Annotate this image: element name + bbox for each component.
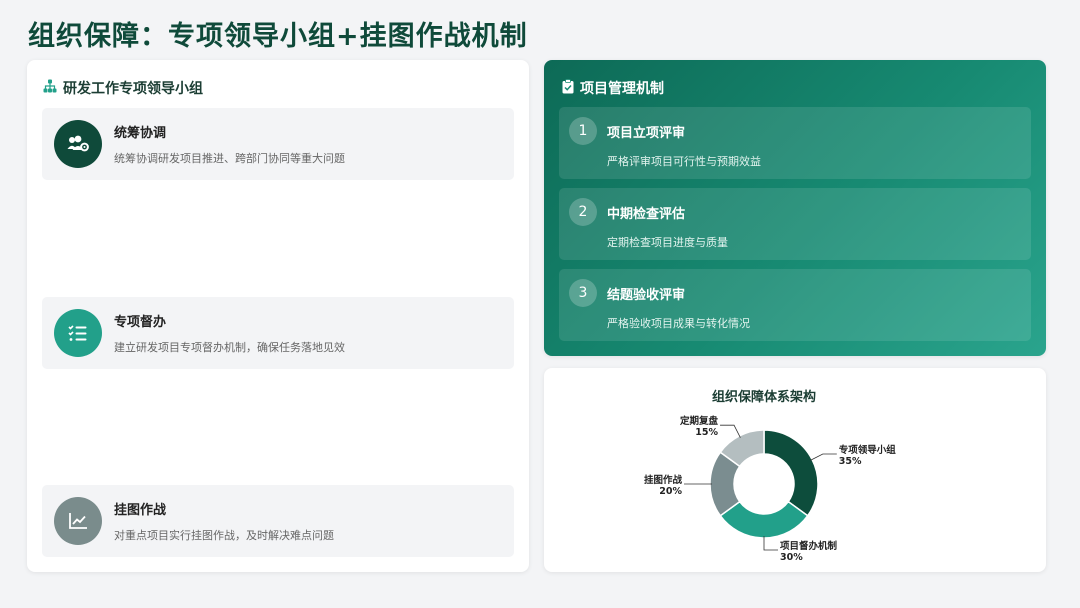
item-description: 建立研发项目专项督办机制，确保任务落地见效 [114, 341, 345, 354]
mechanism-item: 2 中期检查评估 定期检查项目进度与质量 [559, 188, 1031, 260]
item-description: 统筹协调研发项目推进、跨部门协同等重大问题 [114, 152, 345, 165]
mechanism-title: 结题验收评审 [607, 288, 686, 303]
item-title: 统筹协调 [114, 126, 167, 141]
step-number: 1 [569, 117, 597, 145]
mechanism-description: 定期检查项目进度与质量 [607, 236, 728, 249]
slice-label: 项目督办机制 [780, 540, 838, 552]
slice-label: 专项领导小组 [839, 444, 897, 456]
step-number: 3 [569, 279, 597, 307]
leadership-group-title: 研发工作专项领导小组 [63, 81, 203, 97]
mechanism-title: 项目立项评审 [607, 126, 686, 141]
project-mechanism-header: 项目管理机制 [562, 78, 664, 98]
slice-label: 定期复盘 [679, 415, 719, 427]
responsibility-item: 挂图作战 对重点项目实行挂图作战，及时解决难点问题 [42, 485, 514, 557]
clipboard-check-icon [562, 78, 574, 98]
responsibility-item: 统筹协调 统筹协调研发项目推进、跨部门协同等重大问题 [42, 108, 514, 180]
mechanism-description: 严格评审项目可行性与预期效益 [607, 155, 761, 168]
mechanism-title: 中期检查评估 [607, 207, 686, 222]
users-gear-icon [54, 120, 102, 168]
mechanism-item: 3 结题验收评审 严格验收项目成果与转化情况 [559, 269, 1031, 341]
leader-line [810, 453, 837, 461]
slice-value-label: 35% [839, 456, 862, 467]
slice-value-label: 15% [695, 427, 718, 438]
chart-line-icon [54, 497, 102, 545]
page-title: 组织保障：专项领导小组+挂图作战机制 [28, 21, 528, 52]
mechanism-item: 1 项目立项评审 严格评审项目可行性与预期效益 [559, 107, 1031, 179]
mechanism-description: 严格验收项目成果与转化情况 [607, 317, 750, 330]
slice-value-label: 20% [659, 486, 682, 497]
slice-label: 挂图作战 [644, 474, 683, 486]
list-check-icon [54, 309, 102, 357]
leader-line [720, 424, 741, 438]
item-title: 专项督办 [114, 315, 167, 330]
org-structure-chart-card: 组织保障体系架构 专项领导小组 35% 项目督办机制 30% 挂图作战 20% 定期复盘 15… [544, 368, 1046, 572]
step-number: 2 [569, 198, 597, 226]
item-description: 对重点项目实行挂图作战，及时解决难点问题 [114, 529, 334, 542]
item-title: 挂图作战 [114, 503, 167, 518]
slice-value-label: 30% [780, 552, 803, 563]
project-mechanism-title: 项目管理机制 [580, 81, 664, 97]
org-chart-icon [43, 79, 57, 97]
project-mechanism-card: 项目管理机制 1 项目立项评审 严格评审项目可行性与预期效益 2 中期检查评估 … [544, 60, 1046, 356]
donut-chart: 专项领导小组35% 项目督办机制30% 挂图作战20% 定期复盘15% [644, 415, 897, 563]
leadership-group-card: 研发工作专项领导小组 统筹协调 统筹协调研发项目推进、跨部门协同等重大问题 专项… [27, 60, 529, 572]
leadership-group-header: 研发工作专项领导小组 [43, 78, 203, 98]
responsibility-item: 专项督办 建立研发项目专项督办机制，确保任务落地见效 [42, 297, 514, 369]
